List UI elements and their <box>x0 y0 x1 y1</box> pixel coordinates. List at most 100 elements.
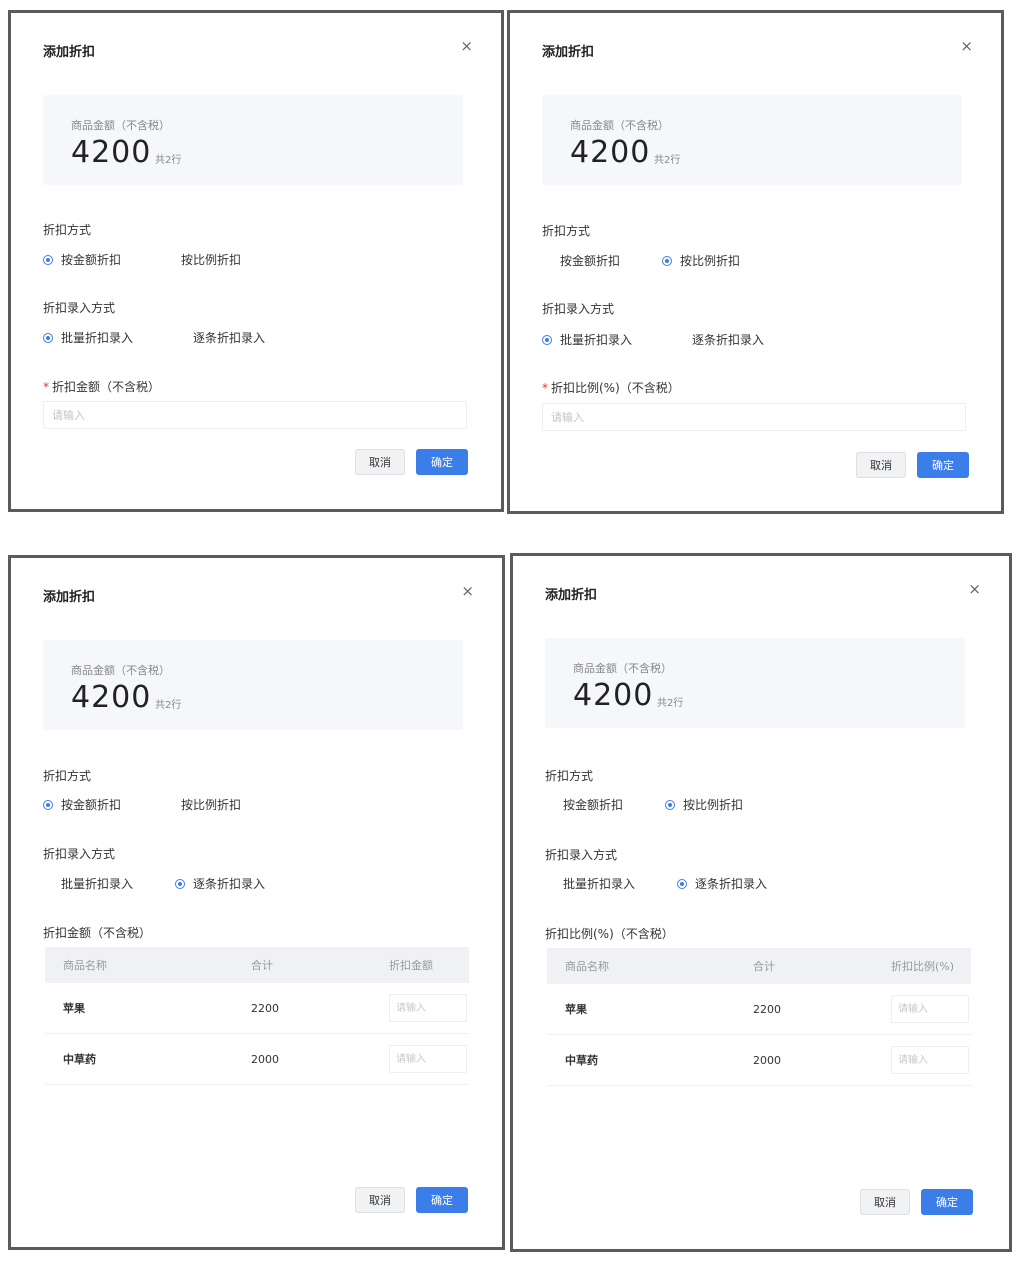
required-mark: * <box>43 380 49 394</box>
radio-label: 批量折扣录入 <box>560 333 633 347</box>
table-row: 苹果 2200 <box>547 984 971 1035</box>
radio-by-amount[interactable]: 按金额折扣 <box>545 796 623 813</box>
radio-dot <box>545 800 555 810</box>
radio-by-ratio[interactable]: 按比例折扣 <box>163 796 241 813</box>
radio-dot <box>665 799 676 810</box>
discount-cell <box>371 1033 469 1085</box>
radio-by-ratio[interactable]: 按比例折扣 <box>163 251 241 268</box>
close-icon[interactable]: × <box>460 39 473 54</box>
close-icon[interactable]: × <box>968 582 981 597</box>
radio-by-amount[interactable]: 按金额折扣 <box>542 252 620 269</box>
summary-label: 商品金额（不含税） <box>573 662 672 675</box>
confirm-button[interactable]: 确定 <box>917 452 969 478</box>
entry-method-group: 批量折扣录入 逐条折扣录入 <box>43 329 307 346</box>
radio-label: 按金额折扣 <box>563 798 624 812</box>
radio-dot <box>175 333 185 343</box>
discount-cell <box>371 983 469 1034</box>
radio-label: 按比例折扣 <box>181 253 242 267</box>
radio-label: 批量折扣录入 <box>61 331 134 345</box>
radio-row-entry[interactable]: 逐条折扣录入 <box>175 875 265 892</box>
radio-label: 按金额折扣 <box>560 254 621 268</box>
radio-label: 逐条折扣录入 <box>695 877 768 891</box>
column-header-product: 商品名称 <box>547 948 735 984</box>
close-icon[interactable]: × <box>461 584 474 599</box>
summary-row-count: 共2行 <box>654 155 681 166</box>
confirm-button[interactable]: 确定 <box>416 449 468 475</box>
total-cell: 2000 <box>735 1034 873 1086</box>
amount-summary: 商品金额（不含税） 4200 共2行 <box>43 640 463 730</box>
dialog-title: 添加折扣 <box>43 45 96 60</box>
discount-dialog-ratio-per-row: 添加折扣 × 商品金额（不含税） 4200 共2行 折扣方式 按金额折扣 按比例… <box>510 553 1012 1252</box>
product-name-cell: 中草药 <box>547 1034 735 1086</box>
radio-dot <box>542 334 552 345</box>
cancel-button[interactable]: 取消 <box>860 1189 910 1215</box>
product-name-cell: 苹果 <box>45 983 233 1034</box>
discount-table: 商品名称 合计 折扣比例(%) 苹果 2200 中草药 2000 <box>547 948 971 1086</box>
radio-dot <box>175 878 186 889</box>
total-cell: 2200 <box>735 984 873 1035</box>
close-icon[interactable]: × <box>960 39 973 54</box>
column-header-total: 合计 <box>735 948 873 984</box>
discount-table-label: 折扣比例(%)（不含税） <box>545 927 674 941</box>
column-header-total: 合计 <box>233 947 371 983</box>
radio-label: 逐条折扣录入 <box>193 877 266 891</box>
radio-by-ratio[interactable]: 按比例折扣 <box>662 252 740 269</box>
radio-row-entry[interactable]: 逐条折扣录入 <box>677 875 767 892</box>
radio-batch-entry[interactable]: 批量折扣录入 <box>43 875 133 892</box>
cancel-button[interactable]: 取消 <box>355 1187 405 1213</box>
field-label-text: 折扣金额（不含税） <box>52 380 161 394</box>
radio-batch-entry[interactable]: 批量折扣录入 <box>43 329 133 346</box>
row-discount-input[interactable] <box>389 994 467 1022</box>
radio-row-entry[interactable]: 逐条折扣录入 <box>175 329 265 346</box>
discount-ratio-input[interactable] <box>542 403 966 431</box>
discount-cell <box>873 1034 971 1086</box>
amount-summary: 商品金额（不含税） 4200 共2行 <box>545 638 965 728</box>
radio-batch-entry[interactable]: 批量折扣录入 <box>545 875 635 892</box>
table-header-row: 商品名称 合计 折扣金额 <box>45 947 469 983</box>
summary-row-count: 共2行 <box>155 700 182 711</box>
row-discount-input[interactable] <box>891 995 969 1023</box>
summary-row-count: 共2行 <box>657 698 684 709</box>
discount-method-label: 折扣方式 <box>542 224 591 238</box>
confirm-button[interactable]: 确定 <box>416 1187 468 1213</box>
discount-amount-input[interactable] <box>43 401 467 429</box>
radio-batch-entry[interactable]: 批量折扣录入 <box>542 331 632 348</box>
row-discount-input[interactable] <box>389 1045 467 1073</box>
discount-table: 商品名称 合计 折扣金额 苹果 2200 中草药 2000 <box>45 947 469 1085</box>
column-header-discount: 折扣金额 <box>371 947 469 983</box>
discount-amount-field-label: * 折扣金额（不含税） <box>43 378 160 395</box>
confirm-button[interactable]: 确定 <box>921 1189 973 1215</box>
entry-method-label: 折扣录入方式 <box>545 848 618 862</box>
table-row: 苹果 2200 <box>45 983 469 1034</box>
radio-label: 逐条折扣录入 <box>692 333 765 347</box>
discount-dialog-ratio-batch: 添加折扣 × 商品金额（不含税） 4200 共2行 折扣方式 按金额折扣 按比例… <box>507 10 1004 514</box>
radio-by-amount[interactable]: 按金额折扣 <box>43 251 121 268</box>
discount-table-label: 折扣金额（不含税） <box>43 926 152 940</box>
table-header-row: 商品名称 合计 折扣比例(%) <box>547 948 971 984</box>
discount-dialog-amount-per-row: 添加折扣 × 商品金额（不含税） 4200 共2行 折扣方式 按金额折扣 按比例… <box>8 555 505 1250</box>
radio-by-ratio[interactable]: 按比例折扣 <box>665 796 743 813</box>
summary-label: 商品金额（不含税） <box>71 664 170 677</box>
radio-dot <box>674 335 684 345</box>
entry-method-group: 批量折扣录入 逐条折扣录入 <box>43 875 307 892</box>
radio-by-amount[interactable]: 按金额折扣 <box>43 796 121 813</box>
cancel-button[interactable]: 取消 <box>856 452 906 478</box>
radio-label: 逐条折扣录入 <box>193 331 266 345</box>
radio-label: 按金额折扣 <box>61 253 122 267</box>
radio-dot <box>43 332 53 343</box>
radio-label: 按比例折扣 <box>683 798 744 812</box>
radio-row-entry[interactable]: 逐条折扣录入 <box>674 331 764 348</box>
cancel-button[interactable]: 取消 <box>355 449 405 475</box>
discount-cell <box>873 984 971 1035</box>
table-row: 中草药 2000 <box>45 1033 469 1085</box>
radio-dot <box>677 878 688 889</box>
required-mark: * <box>542 381 548 395</box>
radio-dot <box>163 255 173 265</box>
radio-dot <box>545 879 555 889</box>
total-cell: 2000 <box>233 1033 371 1085</box>
summary-amount: 4200 <box>71 680 152 715</box>
row-discount-input[interactable] <box>891 1046 969 1074</box>
radio-dot <box>163 800 173 810</box>
radio-label: 批量折扣录入 <box>61 877 134 891</box>
discount-dialog-amount-batch: 添加折扣 × 商品金额（不含税） 4200 共2行 折扣方式 按金额折扣 按比例… <box>8 10 504 512</box>
